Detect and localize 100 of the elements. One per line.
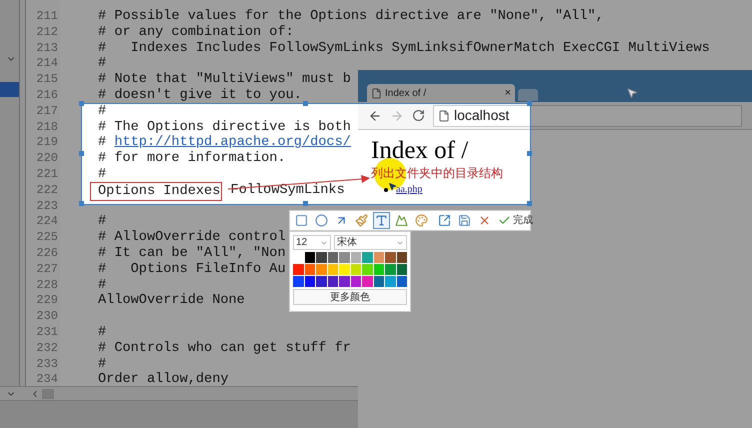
line-number: 220: [35, 151, 59, 167]
color-swatch[interactable]: [385, 264, 396, 275]
resize-handle[interactable]: [79, 151, 84, 156]
line-number: 233: [35, 356, 59, 372]
color-swatch[interactable]: [362, 252, 372, 263]
color-swatch[interactable]: [374, 252, 384, 263]
browser-tab[interactable]: Index of / ×: [367, 84, 515, 102]
resize-handle[interactable]: [79, 101, 84, 106]
code-line: # or any combination of:: [98, 24, 294, 41]
save-tool[interactable]: [456, 212, 473, 229]
color-swatch[interactable]: [339, 252, 350, 263]
color-swatch[interactable]: [362, 276, 372, 287]
font-select[interactable]: 宋体: [334, 235, 407, 250]
code-line: # AllowOverride control: [98, 230, 286, 246]
code-line: # The Options directive is both: [98, 120, 351, 135]
resize-handle[interactable]: [79, 201, 84, 206]
color-swatch[interactable]: [350, 252, 361, 263]
ellipse-icon: [315, 214, 328, 227]
line-number: 223: [35, 198, 59, 214]
done-tool[interactable]: 完成: [496, 212, 535, 229]
palette-tool[interactable]: [413, 212, 430, 229]
back-icon[interactable]: [368, 108, 382, 122]
new-tab-button[interactable]: [518, 89, 538, 101]
color-swatch[interactable]: [350, 264, 361, 275]
scroll-thumb[interactable]: [42, 388, 54, 398]
color-swatch[interactable]: [328, 264, 338, 275]
resize-handle[interactable]: [527, 101, 532, 106]
line-number: 224: [35, 214, 59, 230]
color-swatch[interactable]: [293, 264, 304, 275]
font-size-select[interactable]: 12: [293, 235, 331, 250]
code-line: # http://httpd.apache.org/docs/: [98, 135, 351, 151]
forward-icon[interactable]: [390, 108, 404, 122]
export-icon: [438, 214, 451, 227]
export-tool[interactable]: [436, 212, 453, 229]
brush-tool[interactable]: [353, 212, 370, 229]
color-swatch[interactable]: [396, 264, 407, 275]
line-number: 216: [35, 88, 59, 104]
line-number: 226: [35, 246, 59, 262]
color-swatch[interactable]: [339, 276, 350, 287]
code-line: #: [98, 278, 106, 293]
color-swatch[interactable]: [304, 264, 315, 275]
reload-icon[interactable]: [412, 109, 425, 122]
page-icon: [371, 88, 382, 98]
color-swatch[interactable]: [396, 276, 407, 287]
line-number: 213: [35, 40, 59, 56]
rectangle-tool[interactable]: [293, 212, 310, 229]
color-swatch[interactable]: [316, 252, 326, 263]
color-swatch[interactable]: [328, 252, 338, 263]
close-icon: [478, 214, 491, 227]
line-number: 215: [35, 72, 59, 88]
resize-handle[interactable]: [527, 201, 532, 206]
line-number: 219: [35, 135, 59, 152]
code-line: #: [98, 166, 106, 183]
color-swatch[interactable]: [316, 276, 326, 287]
color-swatch[interactable]: [362, 264, 372, 275]
color-swatch[interactable]: [304, 276, 315, 287]
highlighted-code: Options Indexes: [90, 182, 222, 201]
resize-handle[interactable]: [527, 151, 532, 156]
palette-icon: [415, 214, 428, 227]
arrow-icon: [335, 214, 348, 227]
link[interactable]: http://httpd.apache.org/docs/: [114, 135, 351, 150]
line-number: 218: [35, 120, 59, 136]
code-line: # Options FileInfo Au: [98, 262, 286, 278]
code-line: # doesn't give it to you.: [98, 88, 302, 104]
code-line: AllowOverride None: [98, 293, 245, 310]
line-number: 222: [35, 182, 59, 199]
line-number: 228: [35, 278, 59, 294]
more-colors-button[interactable]: 更多颜色: [293, 289, 407, 305]
horizontal-scrollbar[interactable]: [0, 386, 358, 400]
address-bar[interactable]: localhost: [433, 104, 742, 126]
mosaic-tool[interactable]: [393, 212, 410, 229]
color-swatch[interactable]: [385, 276, 396, 287]
code-line: #: [98, 324, 106, 341]
line-number: 231: [35, 324, 59, 341]
cursor-icon: [626, 86, 638, 100]
mountain-icon: [395, 214, 408, 227]
color-swatch[interactable]: [328, 276, 338, 287]
color-swatch[interactable]: [339, 264, 350, 275]
color-swatch[interactable]: [374, 264, 384, 275]
text-tool[interactable]: [373, 212, 390, 229]
color-swatch[interactable]: [374, 276, 384, 287]
file-link[interactable]: aa.php: [396, 182, 422, 197]
resize-handle[interactable]: [303, 101, 308, 106]
color-swatch[interactable]: [304, 252, 315, 263]
color-swatch[interactable]: [316, 264, 326, 275]
line-number: 221: [35, 166, 59, 183]
color-swatch[interactable]: [385, 252, 396, 263]
code-line: #: [98, 56, 106, 72]
code-line: # Note that "MultiViews" must b: [98, 72, 351, 88]
line-number: 225: [35, 230, 59, 246]
ellipse-tool[interactable]: [313, 212, 330, 229]
tab-close[interactable]: ×: [504, 84, 511, 102]
color-swatch[interactable]: [396, 252, 407, 263]
color-swatch[interactable]: [293, 276, 304, 287]
code-line: # for more information.: [98, 151, 286, 167]
code-line: Order allow,deny: [98, 372, 229, 388]
resize-handle[interactable]: [303, 201, 308, 206]
line-number: 227: [35, 262, 59, 278]
line-number: 211: [35, 9, 59, 25]
color-swatch[interactable]: [350, 276, 361, 287]
